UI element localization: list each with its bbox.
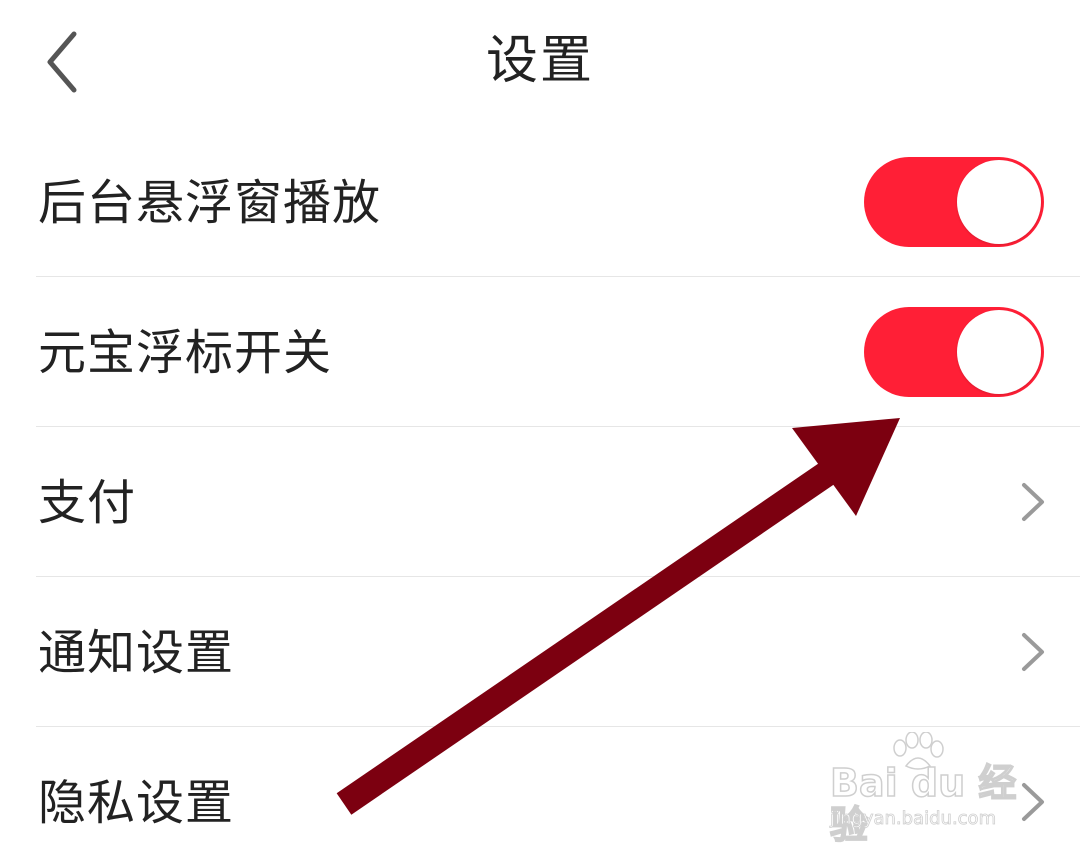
setting-row-notifications[interactable]: 通知设置 bbox=[0, 577, 1080, 727]
setting-label: 支付 bbox=[38, 475, 137, 531]
setting-row-payment[interactable]: 支付 bbox=[0, 427, 1080, 577]
setting-label: 后台悬浮窗播放 bbox=[38, 175, 382, 231]
toggle-knob bbox=[957, 160, 1041, 244]
navigation-bar: 设置 bbox=[0, 0, 1080, 124]
page-title: 设置 bbox=[485, 31, 594, 91]
setting-row-yuanbao-float: 元宝浮标开关 bbox=[0, 277, 1080, 427]
setting-label: 通知设置 bbox=[38, 625, 235, 681]
chevron-right-icon bbox=[1012, 479, 1052, 525]
setting-row-privacy[interactable]: 隐私设置 bbox=[0, 727, 1080, 852]
setting-label: 隐私设置 bbox=[38, 775, 235, 831]
floating-window-toggle[interactable] bbox=[864, 157, 1044, 247]
settings-screen: 设置 后台悬浮窗播放 元宝浮标开关 支付 通知设置 隐私设置 Bai du 经验… bbox=[0, 0, 1080, 852]
chevron-right-icon bbox=[1012, 779, 1052, 825]
setting-label: 元宝浮标开关 bbox=[38, 325, 333, 381]
toggle-knob bbox=[957, 310, 1041, 394]
setting-row-floating-window: 后台悬浮窗播放 bbox=[0, 127, 1080, 277]
yuanbao-float-toggle[interactable] bbox=[864, 307, 1044, 397]
chevron-right-icon bbox=[1012, 629, 1052, 675]
